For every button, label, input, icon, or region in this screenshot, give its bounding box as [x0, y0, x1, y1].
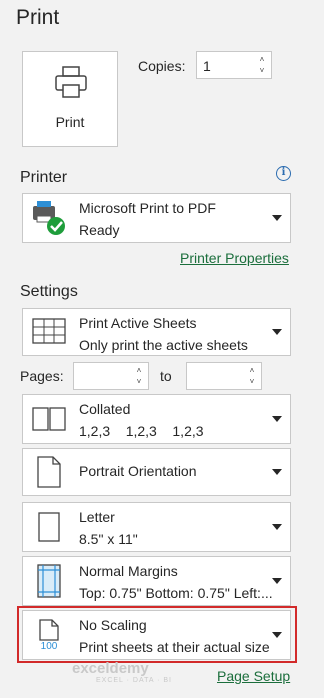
- chevron-down-icon: [272, 215, 282, 221]
- collated-dropdown[interactable]: Collated 1,2,3 1,2,3 1,2,3: [22, 394, 291, 444]
- pages-to-input[interactable]: ˄ ˅: [186, 362, 262, 390]
- copies-input[interactable]: 1 ˄ ˅: [196, 51, 272, 79]
- printer-icon: [55, 66, 87, 98]
- print-button[interactable]: Print: [22, 51, 118, 147]
- page-title: Print: [16, 6, 60, 29]
- active-sheets-subtitle: Only print the active sheets: [79, 337, 248, 353]
- paper-size-icon: [27, 503, 71, 551]
- page-setup-link[interactable]: Page Setup: [217, 668, 290, 684]
- paper-size-subtitle: 8.5" x 11": [79, 531, 138, 547]
- chevron-down-icon: [272, 329, 282, 335]
- printer-name: Microsoft Print to PDF: [79, 200, 216, 216]
- watermark-tagline: EXCEL · DATA · BI: [96, 677, 172, 684]
- pages-from-input[interactable]: ˄ ˅: [73, 362, 149, 390]
- chevron-down-icon: [272, 416, 282, 422]
- printer-status: Ready: [79, 222, 120, 238]
- print-active-sheets-dropdown[interactable]: Print Active Sheets Only print the activ…: [22, 308, 291, 356]
- pages-from-spinner[interactable]: ˄ ˅: [134, 365, 144, 387]
- portrait-page-icon: [27, 449, 71, 495]
- paper-size-title: Letter: [79, 509, 115, 525]
- pages-to-label: to: [160, 368, 172, 384]
- margins-dropdown[interactable]: Normal Margins Top: 0.75" Bottom: 0.75" …: [22, 556, 291, 606]
- orientation-dropdown[interactable]: Portrait Orientation: [22, 448, 291, 496]
- copies-spinner[interactable]: ˄ ˅: [257, 54, 267, 76]
- copies-label: Copies:: [138, 58, 186, 74]
- chevron-down-icon: [272, 578, 282, 584]
- collated-subtitle: 1,2,3 1,2,3 1,2,3: [79, 423, 204, 439]
- paper-size-dropdown[interactable]: Letter 8.5" x 11": [22, 502, 291, 552]
- settings-heading: Settings: [20, 283, 78, 300]
- margins-subtitle: Top: 0.75" Bottom: 0.75" Left:...: [79, 585, 273, 601]
- sheet-grid-icon: [27, 309, 71, 355]
- watermark-brand: exceldemy: [72, 660, 149, 677]
- printer-dropdown[interactable]: Microsoft Print to PDF Ready: [22, 193, 291, 243]
- pages-label: Pages:: [20, 368, 64, 384]
- collated-icon: [27, 395, 71, 443]
- orientation-title: Portrait Orientation: [79, 463, 197, 479]
- active-sheets-title: Print Active Sheets: [79, 315, 197, 331]
- collated-title: Collated: [79, 401, 131, 417]
- watermark-logo: exceldemy EXCEL · DATA · BI: [72, 660, 171, 684]
- chevron-down-icon: [272, 524, 282, 530]
- margins-icon: [27, 557, 71, 605]
- printer-heading: Printer: [20, 169, 68, 186]
- pages-to-spinner[interactable]: ˄ ˅: [247, 365, 257, 387]
- scaling-highlight-box: [17, 606, 297, 663]
- chevron-down-icon: [272, 469, 282, 475]
- info-icon[interactable]: i: [276, 166, 291, 181]
- printer-ready-icon: [27, 194, 71, 242]
- printer-properties-link[interactable]: Printer Properties: [180, 250, 289, 266]
- copies-value: 1: [203, 58, 211, 74]
- margins-title: Normal Margins: [79, 563, 178, 579]
- print-button-label: Print: [55, 114, 85, 130]
